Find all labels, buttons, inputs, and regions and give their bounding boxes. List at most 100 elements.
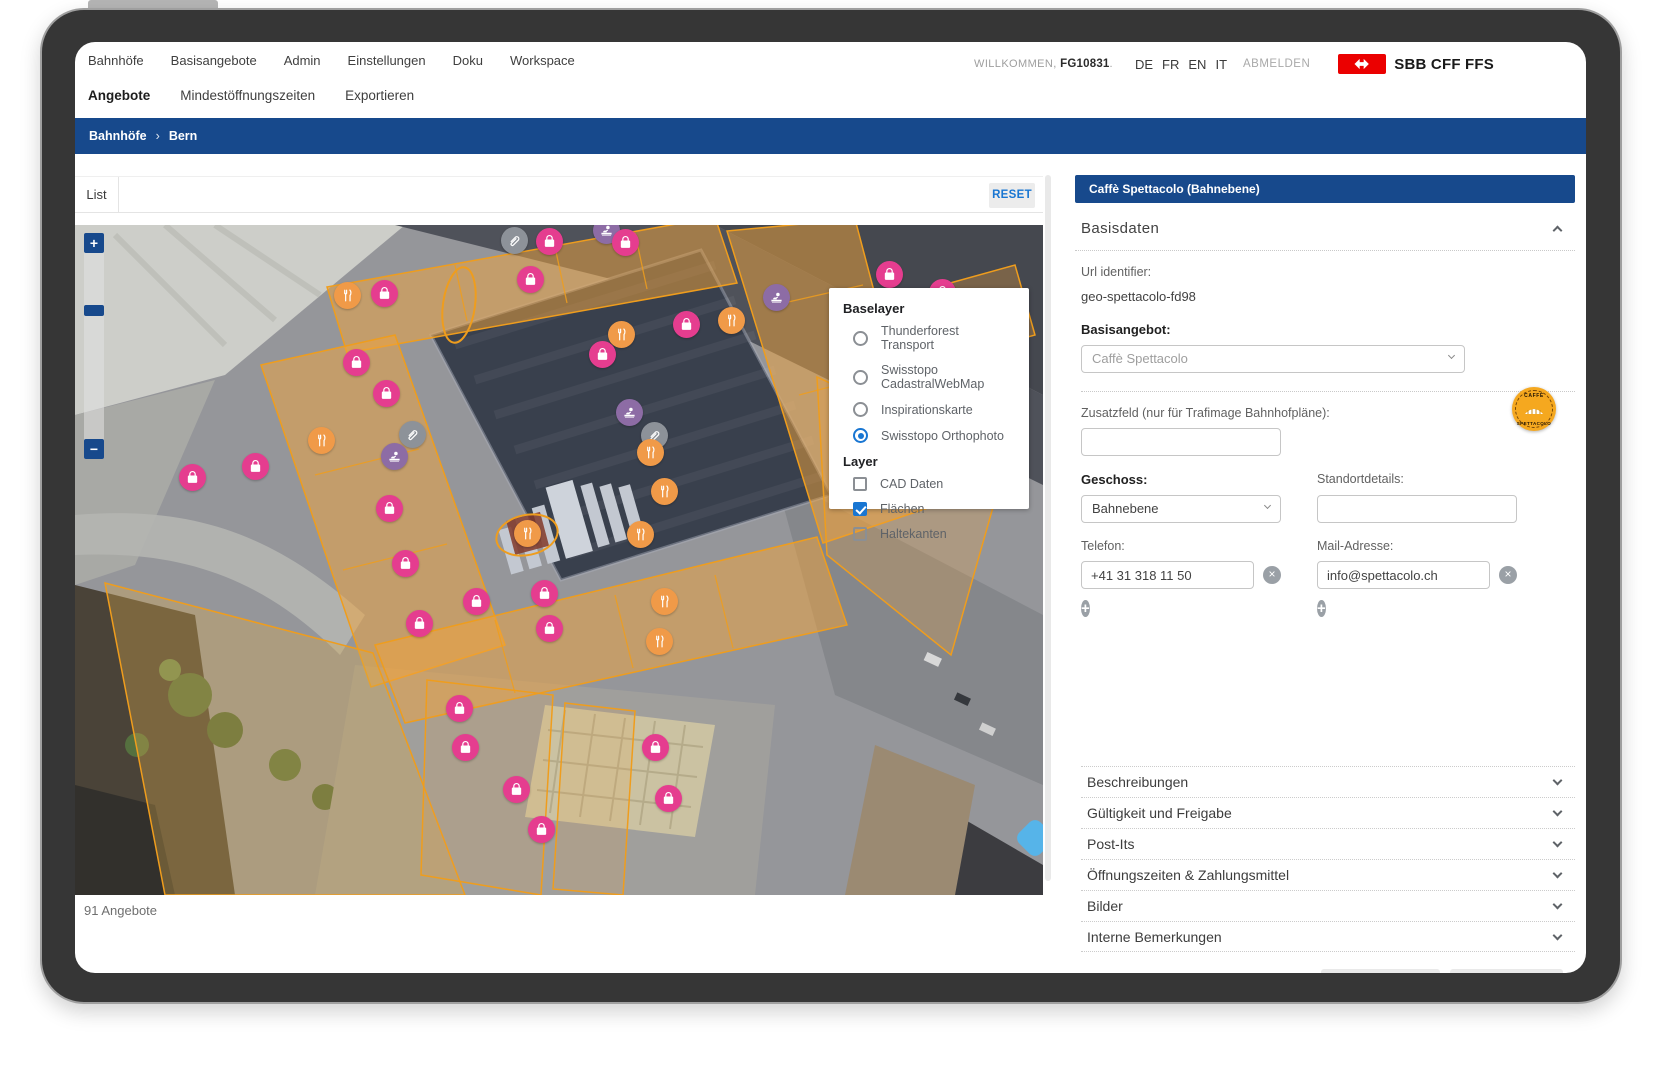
offer-marker-restaurant[interactable]: [637, 439, 664, 466]
offer-marker-shop[interactable]: [343, 349, 370, 376]
section-basisdaten[interactable]: Basisdaten: [1075, 203, 1575, 251]
accordion-section[interactable]: Beschreibungen: [1081, 766, 1575, 797]
baselayer-option[interactable]: Swisstopo Orthophoto: [853, 428, 1015, 443]
offer-marker-attachment[interactable]: [501, 227, 528, 254]
save-button[interactable]: SPEICHERN: [1450, 969, 1563, 973]
chevron-down-icon: [1448, 352, 1455, 359]
nav-item[interactable]: Bahnhöfe: [88, 53, 144, 68]
add-mail-button[interactable]: +: [1317, 600, 1326, 617]
breadcrumb-root[interactable]: Bahnhöfe: [89, 129, 147, 143]
offer-marker-shop[interactable]: [373, 380, 400, 407]
subnav-item[interactable]: Mindestöffnungszeiten: [180, 88, 315, 103]
layer-option[interactable]: Haltekanten: [853, 527, 1015, 541]
offer-marker-service[interactable]: [616, 399, 643, 426]
map-toolbar: List RESET: [75, 176, 1043, 213]
language-switcher: DE FR EN IT: [1135, 57, 1227, 72]
offer-marker-restaurant[interactable]: [627, 521, 654, 548]
offer-marker-shop[interactable]: [406, 610, 433, 637]
offer-marker-shop[interactable]: [531, 580, 558, 607]
accordion-section[interactable]: Bilder: [1081, 890, 1575, 921]
layer-title: Layer: [843, 454, 1015, 469]
accordion-section[interactable]: Interne Bemerkungen: [1081, 921, 1575, 952]
sub-nav: Angebote Mindestöffnungszeiten Exportieren: [88, 88, 414, 103]
url-identifier-value: geo-spettacolo-fd98: [1081, 289, 1575, 304]
offer-marker-shop[interactable]: [452, 734, 479, 761]
zoom-out-button[interactable]: −: [84, 439, 104, 459]
sbb-logo-text: SBB CFF FFS: [1394, 56, 1494, 73]
chevron-down-icon: [1553, 900, 1563, 910]
language-option[interactable]: FR: [1162, 57, 1179, 72]
telefon-label: Telefon:: [1081, 539, 1281, 553]
language-option[interactable]: EN: [1188, 57, 1206, 72]
baselayer-title: Baselayer: [843, 301, 1015, 316]
offer-marker-shop[interactable]: [371, 280, 398, 307]
layer-option[interactable]: CAD Daten: [853, 477, 1015, 491]
zoom-in-button[interactable]: +: [84, 233, 104, 253]
nav-item[interactable]: Doku: [453, 53, 483, 68]
offer-marker-shop[interactable]: [392, 550, 419, 577]
baselayer-option[interactable]: Swisstopo CadastralWebMap: [853, 363, 1015, 391]
offer-marker-shop[interactable]: [876, 261, 903, 288]
clear-telefon-icon[interactable]: ×: [1263, 566, 1281, 584]
offer-marker-restaurant[interactable]: [651, 478, 678, 505]
offer-marker-restaurant[interactable]: [651, 588, 678, 615]
logout-link[interactable]: ABMELDEN: [1243, 58, 1310, 70]
url-identifier-label: Url identifier:: [1081, 265, 1575, 279]
nav-item[interactable]: Basisangebote: [171, 53, 257, 68]
offer-marker-shop[interactable]: [536, 615, 563, 642]
language-option[interactable]: DE: [1135, 57, 1153, 72]
geschoss-select[interactable]: Bahnebene: [1081, 495, 1281, 523]
basisdaten-form: Url identifier: geo-spettacolo-fd98 Basi…: [1075, 265, 1575, 973]
breadcrumb-current: Bern: [169, 129, 197, 143]
baselayer-option[interactable]: Thunderforest Transport: [853, 324, 1015, 352]
offer-marker-shop[interactable]: [463, 588, 490, 615]
standortdetails-input[interactable]: [1317, 495, 1517, 523]
nav-item[interactable]: Workspace: [510, 53, 575, 68]
clear-mail-icon[interactable]: ×: [1499, 566, 1517, 584]
offer-marker-shop[interactable]: [179, 464, 206, 491]
cancel-button[interactable]: ABBRECHEN: [1321, 969, 1440, 973]
zusatzfeld-input[interactable]: [1081, 428, 1281, 456]
offer-marker-shop[interactable]: [589, 341, 616, 368]
nav-item[interactable]: Admin: [284, 53, 321, 68]
detail-panel-title: Caffè Spettacolo (Bahnebene): [1075, 175, 1575, 203]
offer-marker-shop[interactable]: [376, 495, 403, 522]
breadcrumb-separator: ›: [156, 129, 160, 143]
chevron-down-icon: [1264, 502, 1271, 509]
mail-input[interactable]: [1317, 561, 1490, 589]
tab-list[interactable]: List: [75, 177, 119, 213]
zoom-slider-handle[interactable]: [84, 305, 104, 316]
sbb-flag-icon: [1338, 54, 1386, 74]
offer-marker-restaurant[interactable]: [308, 427, 335, 454]
checkbox-icon: [853, 502, 867, 516]
breadcrumb: Bahnhöfe › Bern: [75, 118, 1586, 154]
offer-marker-shop[interactable]: [642, 734, 669, 761]
subnav-item[interactable]: Exportieren: [345, 88, 414, 103]
accordion-section[interactable]: Öffnungszeiten & Zahlungsmittel: [1081, 859, 1575, 890]
checkbox-icon: [853, 527, 867, 541]
basisangebot-label: Basisangebot:: [1081, 322, 1575, 337]
radio-icon: [853, 370, 868, 385]
offer-marker-restaurant[interactable]: [646, 628, 673, 655]
subnav-item[interactable]: Angebote: [88, 88, 150, 103]
accordion-section[interactable]: Post-Its: [1081, 828, 1575, 859]
panel-scrollbar[interactable]: [1045, 175, 1051, 881]
offer-marker-shop[interactable]: [673, 311, 700, 338]
map-canvas[interactable]: + − Baselayer Thunderforest Transport Swi…: [75, 225, 1043, 895]
telefon-input[interactable]: [1081, 561, 1254, 589]
accordion-section[interactable]: Gültigkeit und Freigabe: [1081, 797, 1575, 828]
offer-marker-attachment[interactable]: [399, 421, 426, 448]
offer-marker-shop[interactable]: [528, 816, 555, 843]
baselayer-option[interactable]: Inspirationskarte: [853, 402, 1015, 417]
basisangebot-select[interactable]: Caffè Spettacolo: [1081, 345, 1465, 373]
chevron-down-icon: [1553, 838, 1563, 848]
offer-marker-restaurant[interactable]: [334, 282, 361, 309]
nav-item[interactable]: Einstellungen: [348, 53, 426, 68]
layer-option[interactable]: Flächen: [853, 502, 1015, 516]
geschoss-label: Geschoss:: [1081, 472, 1281, 487]
add-telefon-button[interactable]: +: [1081, 600, 1090, 617]
reset-button[interactable]: RESET: [989, 183, 1035, 208]
offer-marker-service[interactable]: [763, 284, 790, 311]
colosseum-icon: [1524, 403, 1544, 415]
language-option[interactable]: IT: [1215, 57, 1227, 72]
